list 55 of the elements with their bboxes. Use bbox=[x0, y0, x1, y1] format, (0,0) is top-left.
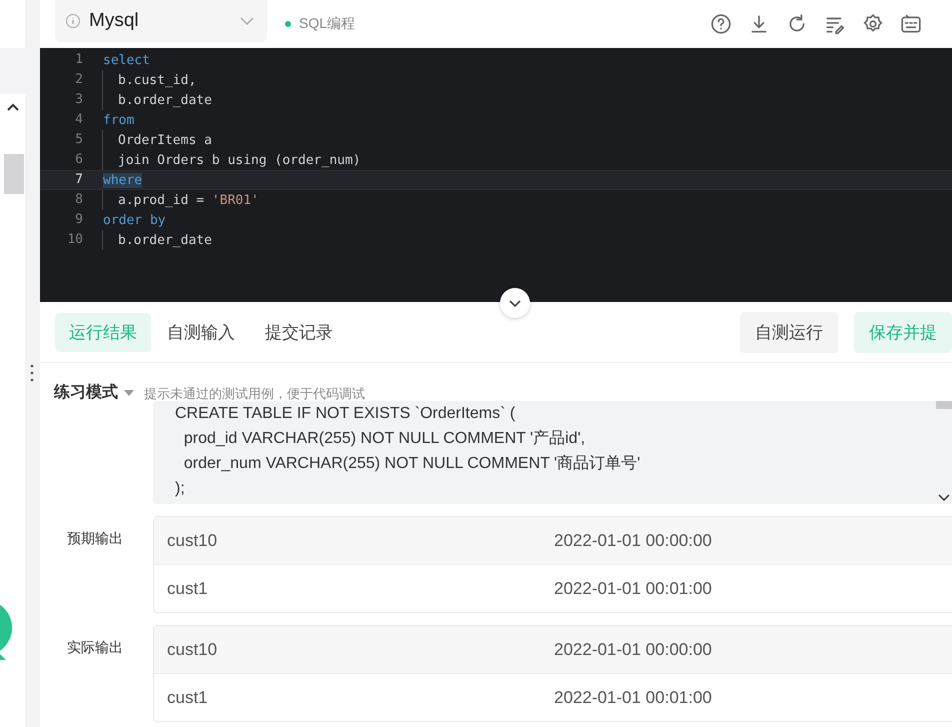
code-text: OrderItems a bbox=[118, 132, 212, 148]
table-cell: 2022-01-01 00:00:00 bbox=[554, 640, 712, 660]
output-label: 预期输出 bbox=[67, 530, 123, 546]
line-number: 7 bbox=[74, 171, 84, 189]
caret-icon bbox=[124, 390, 134, 396]
result-tab[interactable]: 提交记录 bbox=[251, 312, 347, 352]
string-literal: 'BR01' bbox=[212, 192, 259, 208]
scrollbar-thumb[interactable] bbox=[4, 154, 24, 194]
keyboard-icon[interactable] bbox=[900, 13, 922, 35]
input-line: CREATE TABLE IF NOT EXISTS `OrderItems` ( bbox=[175, 404, 516, 424]
scrollbar-thumb[interactable] bbox=[936, 401, 952, 409]
input-line: ); bbox=[175, 479, 186, 499]
mode-dropdown[interactable]: 练习模式 bbox=[54, 382, 134, 403]
chevron-down-icon bbox=[508, 298, 522, 308]
test-input-area[interactable]: CREATE TABLE IF NOT EXISTS `OrderItems` ( prod_id VARCHAR(255) NOT NULL COMMENT '产品id', order_num VARCHAR(255) NOT NULL COMMENT '商品订单号' ); bbox=[153, 401, 952, 504]
sql-keyword: from bbox=[103, 112, 134, 128]
test-run-button[interactable]: 自测运行 bbox=[740, 312, 838, 352]
collapse-button[interactable] bbox=[500, 288, 530, 318]
line-number: 5 bbox=[40, 130, 103, 150]
table-cell-text: cust10 bbox=[166, 640, 218, 660]
line-number: 1 bbox=[74, 51, 84, 69]
code-text: b.cust_id, bbox=[118, 72, 196, 88]
code-text: join Orders b using (order_num) bbox=[118, 152, 361, 168]
help-icon[interactable] bbox=[710, 13, 732, 35]
result-tab[interactable]: 自测输入 bbox=[153, 312, 249, 352]
table-cell-text: cust1 bbox=[166, 578, 209, 598]
mode-label: SQL编程 bbox=[299, 15, 356, 33]
table-cell: 2022-01-01 00:01:00 bbox=[554, 688, 712, 708]
line-number: 8 bbox=[40, 190, 103, 210]
line-number: 3 bbox=[40, 90, 103, 110]
code-editor[interactable]: 1 select 2 b.cust_id, 3 b.order_date 4 from 5 OrderItems a 6 join Orders b using (order_num) 7 where 8 a.prod_id = 'BR01' 9 order by 10 b.order_date bbox=[40, 48, 952, 302]
line-number: 4 bbox=[74, 111, 84, 129]
info-icon bbox=[65, 13, 81, 29]
input-line: order_num VARCHAR(255) NOT NULL COMMENT '商品订单号' bbox=[182, 454, 642, 474]
table-cell: 2022-01-01 00:00:00 bbox=[554, 530, 712, 550]
hint-text: 提示未通过的测试用例，便于代码调试 bbox=[144, 385, 365, 403]
sql-keyword: where bbox=[103, 172, 142, 188]
sql-keyword: order by bbox=[103, 212, 166, 228]
chevron-down-icon bbox=[239, 16, 255, 26]
table-cell-text: cust1 bbox=[166, 688, 209, 708]
line-number: 10 bbox=[40, 230, 103, 250]
scroll-down-icon[interactable] bbox=[938, 494, 950, 502]
code-text: b.order_date bbox=[118, 232, 212, 248]
scroll-up-icon[interactable] bbox=[6, 102, 20, 112]
table-cell-text: cust10 bbox=[166, 530, 218, 550]
line-number: 9 bbox=[74, 211, 84, 229]
sql-keyword: select bbox=[103, 52, 150, 68]
table-cell: 2022-01-01 00:01:00 bbox=[554, 578, 712, 598]
code-text: b.order_date bbox=[118, 92, 212, 108]
input-line: prod_id VARCHAR(255) NOT NULL COMMENT '产品id', bbox=[182, 428, 586, 449]
output-label: 实际输出 bbox=[67, 639, 123, 655]
language-select[interactable]: Mysql bbox=[55, 0, 267, 42]
status-dot bbox=[285, 21, 291, 27]
code-text: a.prod_id = bbox=[118, 192, 206, 208]
line-number: 2 bbox=[40, 70, 103, 90]
